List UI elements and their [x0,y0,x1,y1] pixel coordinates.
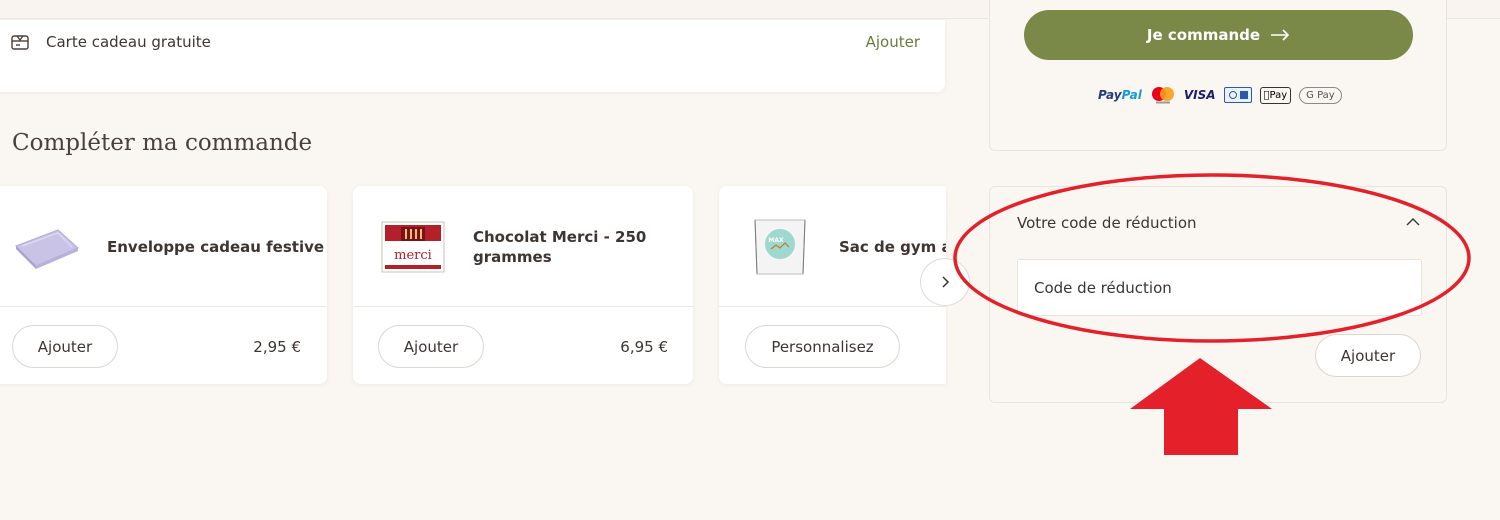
order-button[interactable]: Je commande [1024,10,1413,60]
gift-card-add-link[interactable]: Ajouter [866,33,920,51]
arrow-right-icon [1271,29,1290,41]
product-card: Enveloppe cadeau festive Ajouter 2,95 € [0,186,327,384]
carousel-next-button[interactable] [920,258,970,306]
add-button[interactable]: Ajouter [12,325,118,368]
svg-text:merci: merci [394,248,432,263]
divider [353,306,693,307]
apply-code-button[interactable]: Ajouter [1315,334,1421,377]
svg-text:MAX: MAX [768,237,784,244]
customize-button[interactable]: Personnalisez [745,325,900,368]
cb-logo [1223,87,1252,103]
discount-code-input[interactable] [1017,259,1422,316]
gym-bag-image: MAX [754,219,806,275]
payment-methods: PayPal VISA Pay G Pay [1098,86,1342,104]
product-price: 6,95 € [620,338,668,356]
chevron-right-icon [942,276,950,288]
product-name-line-2: grammes [473,248,552,266]
product-name: Enveloppe cadeau festive [107,238,325,256]
mastercard-logo [1151,87,1174,104]
discount-code-panel: Votre code de réduction Ajouter [989,186,1447,403]
divider [0,306,327,307]
visa-logo: VISA [1183,88,1216,102]
product-name-line-1: Chocolat Merci - 250 [473,228,647,246]
section-title: Compléter ma commande [12,130,313,156]
gift-card-row: Carte cadeau gratuite Ajouter [0,20,945,92]
discount-code-title: Votre code de réduction [1017,214,1197,232]
divider [719,306,946,307]
product-card: MAX Sac de gym av Personnalisez [719,186,946,384]
apple-pay-logo: Pay [1259,86,1292,104]
add-button[interactable]: Ajouter [378,325,484,368]
paypal-logo: PayPal [1098,88,1142,102]
chevron-up-icon[interactable] [1406,215,1420,229]
product-price: 2,95 € [253,338,301,356]
google-pay-logo: G Pay [1299,86,1342,104]
order-button-label: Je commande [1146,26,1261,44]
checkout-panel: Je commande PayPal VISA Pay G Pay [989,0,1447,151]
product-card: merci Chocolat Merci - 250 grammes Ajout… [353,186,693,384]
gift-card-label: Carte cadeau gratuite [46,33,211,51]
gift-card-icon [11,35,29,50]
product-name: Sac de gym av [839,238,946,256]
chocolate-box-image: merci [381,221,445,273]
envelope-product-image [15,229,79,269]
